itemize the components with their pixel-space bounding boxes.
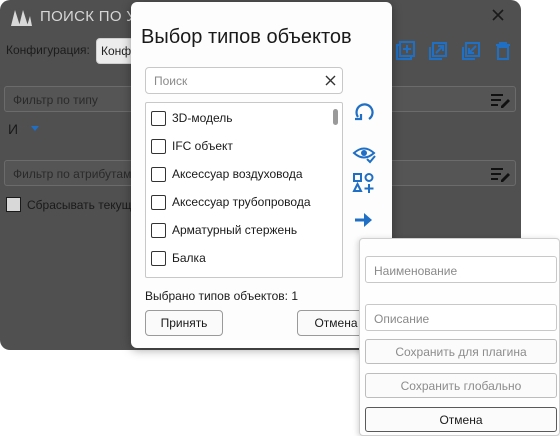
item-label: Аксессуар трубопровода [172, 195, 311, 209]
item-checkbox[interactable] [151, 222, 166, 238]
popup-cancel-button[interactable]: Отмена [365, 407, 557, 432]
item-label: Арматурный стержень [172, 223, 298, 237]
list-scrollbar[interactable] [333, 109, 338, 125]
list-item[interactable]: Арматурный стержень [151, 220, 297, 240]
import-icon[interactable] [460, 40, 482, 62]
view-icon[interactable] [352, 142, 376, 164]
item-checkbox[interactable] [151, 110, 166, 126]
chevron-down-icon[interactable] [31, 126, 39, 131]
clear-icon[interactable] [325, 75, 336, 86]
item-label: Аксессуар воздуховода [172, 167, 303, 181]
close-icon[interactable] [489, 6, 507, 24]
description-field[interactable] [365, 304, 557, 331]
list-item[interactable]: Аксессуар трубопровода [151, 192, 311, 212]
search-field[interactable] [145, 67, 343, 94]
save-preset-popup: Сохранить для плагина Сохранить глобальн… [359, 238, 560, 436]
window-title: ПОИСК ПО У [40, 8, 137, 25]
list-item[interactable] [151, 275, 172, 279]
rotate-icon[interactable] [352, 102, 376, 124]
logo-icon [11, 10, 32, 26]
object-type-dialog: Выбор типов объектов 3D-модель IFC объек… [131, 2, 392, 348]
arrow-right-icon[interactable] [352, 209, 376, 231]
logic-operator-select[interactable]: И [8, 121, 18, 137]
reset-checkbox-label: Сбрасывать текущ [27, 198, 132, 212]
save-globally-button[interactable]: Сохранить глобально [365, 373, 557, 398]
filter-edit-icon[interactable] [489, 91, 511, 109]
add-icon[interactable] [394, 40, 416, 62]
item-checkbox[interactable] [151, 138, 166, 154]
search-input[interactable] [152, 73, 322, 89]
item-label: IFC объект [172, 139, 233, 153]
item-checkbox[interactable] [151, 194, 166, 210]
item-label: 3D-модель [172, 111, 233, 125]
list-item[interactable]: IFC объект [151, 136, 233, 156]
item-checkbox[interactable] [151, 250, 166, 266]
reset-checkbox[interactable] [6, 197, 21, 212]
config-label: Конфигурация: [6, 43, 90, 57]
item-checkbox[interactable] [151, 166, 166, 182]
list-item[interactable]: 3D-модель [151, 108, 233, 128]
shapes-add-icon[interactable] [352, 172, 376, 194]
type-filter-placeholder: Фильтр по типу [13, 93, 98, 107]
item-checkbox[interactable] [151, 278, 166, 279]
name-input[interactable] [372, 263, 548, 279]
delete-icon[interactable] [492, 40, 514, 62]
filter-edit-icon[interactable] [489, 165, 511, 183]
accept-button[interactable]: Принять [145, 310, 223, 336]
list-item[interactable]: Аксессуар воздуховода [151, 164, 303, 184]
list-item[interactable]: Балка [151, 248, 206, 268]
object-type-list[interactable]: 3D-модель IFC объект Аксессуар воздухово… [145, 102, 343, 278]
dialog-title: Выбор типов объектов [141, 26, 352, 48]
save-for-plugin-button[interactable]: Сохранить для плагина [365, 339, 557, 364]
selected-count-text: Выбрано типов объектов: 1 [145, 289, 299, 303]
name-field[interactable] [365, 256, 557, 283]
item-label: Балка [172, 251, 206, 265]
attribute-filter-placeholder: Фильтр по атрибутам [13, 167, 132, 181]
export-icon[interactable] [427, 40, 449, 62]
description-input[interactable] [372, 311, 548, 327]
